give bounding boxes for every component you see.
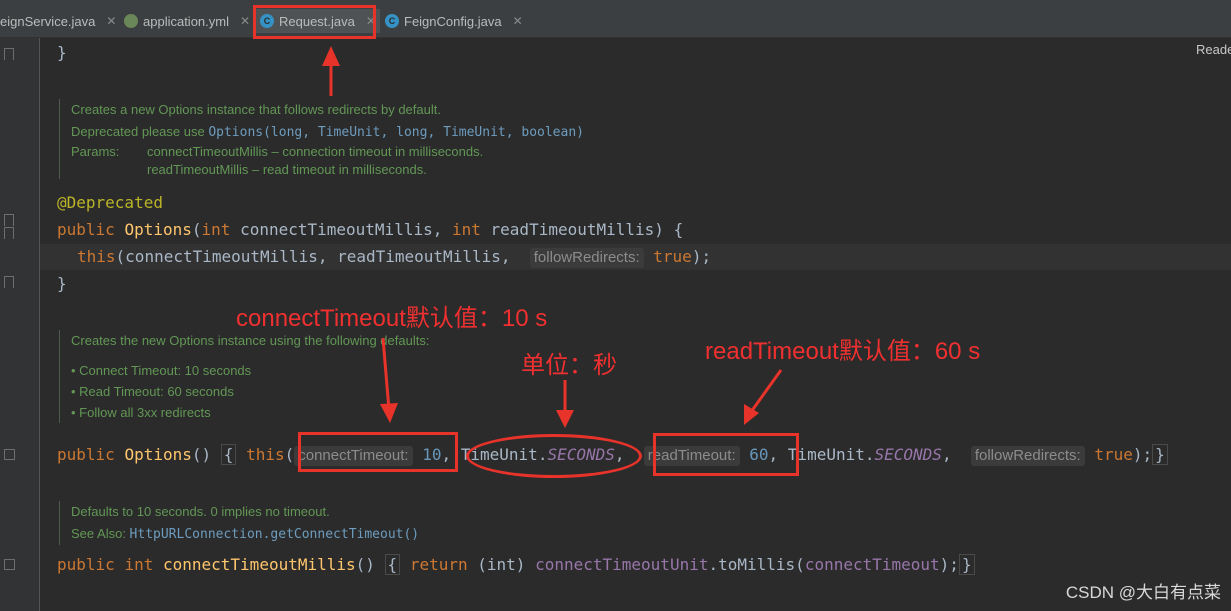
read-timeout-highlight-box [653, 433, 799, 476]
close-icon[interactable]: ✕ [240, 14, 250, 28]
tab-label: application.yml [143, 13, 229, 29]
tab-feignconfig-java[interactable]: C FeignConfig.java ✕ [385, 9, 523, 33]
tab-label: FeignConfig.java [404, 13, 502, 29]
tab-feignservice[interactable]: eignService.java ✕ [0, 9, 116, 33]
read-timeout-annotation: readTimeout默认值：60 s [705, 338, 981, 365]
doc-text: Defaults to 10 seconds. 0 implies no tim… [71, 504, 330, 519]
doc-text: Creates the new Options instance using t… [71, 333, 430, 348]
javadoc-block: Creates the new Options instance using t… [59, 330, 429, 423]
doc-text: See Also: [71, 526, 130, 541]
arrow-to-unit-head [556, 410, 574, 428]
reader-mode-toggle[interactable]: Reade [1196, 42, 1231, 57]
fold-marker-icon[interactable] [4, 276, 14, 288]
tab-application-yml[interactable]: application.yml ✕ [124, 9, 250, 33]
class-icon: C [385, 14, 399, 28]
tab-label: eignService.java [0, 13, 96, 29]
watermark: CSDN @大白有点菜 [1065, 583, 1221, 602]
editor-gutter [0, 38, 40, 611]
fold-marker-icon[interactable] [4, 214, 14, 226]
inlay-hint: followRedirects: [529, 248, 644, 268]
doc-param: readTimeoutMillis – read timeout in mill… [147, 162, 427, 177]
javadoc-block: Defaults to 10 seconds. 0 implies no tim… [59, 501, 419, 545]
spring-leaf-icon [124, 14, 138, 28]
arrow-to-read-head [744, 404, 759, 425]
arrow-to-read [749, 369, 783, 413]
inlay-hint: followRedirects: [970, 446, 1085, 466]
folded-brace[interactable]: } [958, 554, 975, 575]
fold-marker-icon[interactable] [4, 227, 14, 239]
folded-brace[interactable]: } [1152, 444, 1168, 465]
doc-bullet: • Follow all 3xx redirects [71, 405, 211, 420]
close-icon[interactable]: ✕ [106, 14, 116, 28]
tab-highlight-box [253, 5, 376, 39]
javadoc-block: Creates a new Options instance that foll… [59, 99, 584, 179]
folded-brace[interactable]: { [384, 554, 401, 575]
code-line[interactable]: @Deprecated [57, 193, 163, 213]
fold-collapsed-icon[interactable] [4, 449, 15, 460]
code-line[interactable]: public Options(int connectTimeoutMillis,… [57, 220, 683, 240]
code-line[interactable]: public int connectTimeoutMillis() { retu… [57, 554, 975, 575]
gutter-divider [39, 38, 40, 611]
arrow-to-tab-head [322, 46, 340, 66]
doc-param: connectTimeoutMillis – connection timeou… [147, 144, 484, 159]
fold-marker-icon[interactable] [4, 48, 14, 60]
doc-bullet: • Read Timeout: 60 seconds [71, 384, 234, 399]
code-line[interactable]: } [57, 43, 67, 63]
fold-collapsed-icon[interactable] [4, 559, 15, 570]
doc-link[interactable]: Options(long, TimeUnit, long, TimeUnit, … [208, 125, 584, 140]
doc-link[interactable]: HttpURLConnection.getConnectTimeout() [130, 527, 420, 542]
doc-text: Creates a new Options instance that foll… [71, 102, 441, 117]
unit-annotation: 单位：秒 [521, 352, 617, 379]
close-icon[interactable]: ✕ [513, 14, 523, 28]
code-line[interactable]: } [57, 274, 67, 294]
doc-bullet: • Connect Timeout: 10 seconds [71, 363, 252, 378]
timeunit-highlight-ellipse [466, 434, 642, 478]
editor-tab-bar: eignService.java ✕ application.yml ✕ C Req… [0, 0, 1231, 38]
doc-params-label: Params: [71, 144, 120, 159]
connect-timeout-highlight-box [298, 432, 458, 472]
doc-text: Deprecated please use [71, 124, 209, 139]
code-line[interactable]: this(connectTimeoutMillis, readTimeoutMi… [77, 247, 711, 268]
connect-timeout-annotation: connectTimeout默认值：10 s [236, 305, 548, 332]
folded-brace[interactable]: { [220, 444, 237, 465]
